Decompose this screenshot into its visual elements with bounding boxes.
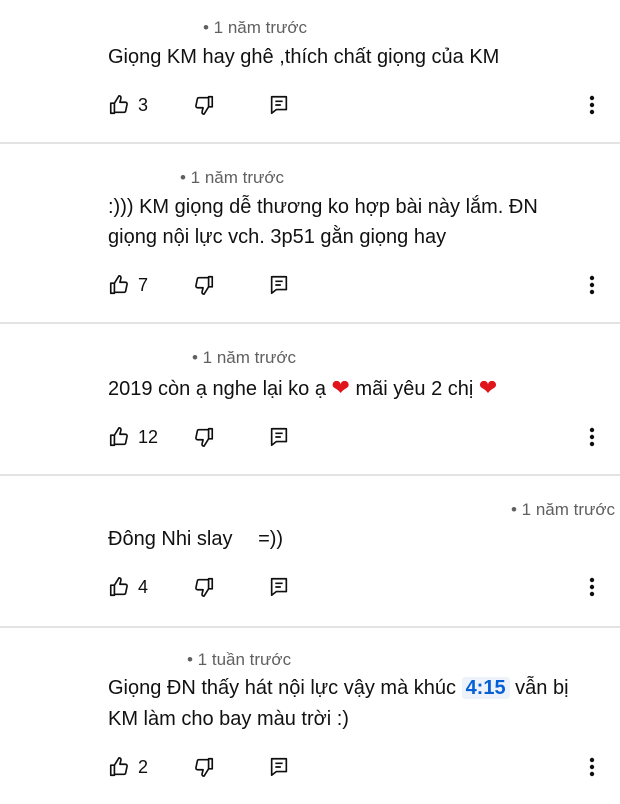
- more-options-button[interactable]: [582, 422, 602, 452]
- more-options-button[interactable]: [582, 270, 602, 300]
- thumb-up-icon: [108, 274, 130, 296]
- comment-text-line1: :))) KM giọng dễ thương ko hợp bài này l…: [108, 196, 538, 218]
- reply-icon: [268, 94, 290, 116]
- like-count: 3: [138, 94, 149, 115]
- more-vert-icon: [589, 427, 595, 447]
- like-button[interactable]: 7: [108, 270, 148, 300]
- dislike-button[interactable]: [193, 270, 215, 300]
- comment-time: • 1 năm trước: [511, 500, 616, 519]
- more-vert-icon: [589, 95, 595, 115]
- dislike-button[interactable]: [193, 422, 215, 452]
- comment-text-line2: KM làm cho bay màu trời :): [108, 708, 349, 730]
- like-count: 2: [138, 756, 149, 777]
- thumb-down-icon: [193, 576, 215, 598]
- more-options-button[interactable]: [582, 90, 602, 120]
- thumb-up-icon: [108, 426, 130, 448]
- reply-button[interactable]: [268, 270, 290, 300]
- comment-text-part1: Giọng ĐN thấy hát nội lực vậy mà khúc: [108, 677, 456, 699]
- comment-text: Giọng KM hay ghê ,thích chất giọng của K…: [108, 46, 500, 68]
- reply-icon: [268, 576, 290, 598]
- reply-icon: [268, 274, 290, 296]
- comment-time: • 1 năm trước: [192, 348, 297, 367]
- comment-text-part1: 2019 còn ạ nghe lại ko ạ: [108, 378, 326, 400]
- comment-text-line1: Giọng ĐN thấy hát nội lực vậy mà khúc 4:…: [108, 673, 569, 704]
- like-button[interactable]: 12: [108, 422, 158, 452]
- comment-text-line2: giọng nội lực vch. 3p51 gằn giọng hay: [108, 226, 447, 248]
- thumb-up-icon: [108, 94, 130, 116]
- like-button[interactable]: 3: [108, 90, 148, 120]
- timestamp-link[interactable]: 4:15: [461, 677, 510, 699]
- thumb-up-icon: [108, 576, 130, 598]
- more-vert-icon: [589, 757, 595, 777]
- thumb-down-icon: [193, 274, 215, 296]
- comment-item: • 1 tuần trước Giọng ĐN thấy hát nội lực…: [0, 628, 620, 804]
- comment-text-part1: Đông Nhi slay: [108, 528, 233, 550]
- like-count: 7: [138, 274, 149, 295]
- more-vert-icon: [589, 577, 595, 597]
- reply-button[interactable]: [268, 752, 290, 782]
- comment-text: Đông Nhi slay =)): [108, 524, 283, 555]
- like-count: 4: [138, 576, 149, 597]
- comment-item: • 1 năm trước Giọng KM hay ghê ,thích ch…: [0, 0, 620, 142]
- more-vert-icon: [589, 275, 595, 295]
- like-button[interactable]: 4: [108, 572, 148, 602]
- dislike-button[interactable]: [193, 752, 215, 782]
- dislike-button[interactable]: [193, 90, 215, 120]
- comment-time: • 1 năm trước: [203, 18, 308, 37]
- like-button[interactable]: 2: [108, 752, 148, 782]
- comment-text-part2: mãi yêu 2 chị: [355, 378, 474, 400]
- thumb-down-icon: [193, 756, 215, 778]
- thumb-down-icon: [193, 426, 215, 448]
- thumb-down-icon: [193, 94, 215, 116]
- dislike-button[interactable]: [193, 572, 215, 602]
- comment-item: • 1 năm trước 2019 còn ạ nghe lại ko ạ ❤…: [0, 324, 620, 474]
- reply-button[interactable]: [268, 572, 290, 602]
- comment-item: • 1 năm trước Đông Nhi slay =)) 4: [0, 476, 620, 626]
- more-options-button[interactable]: [582, 752, 602, 782]
- heart-emoji: ❤: [331, 375, 350, 400]
- comment-time: • 1 tuần trước: [187, 650, 292, 669]
- reply-icon: [268, 426, 290, 448]
- thumb-up-icon: [108, 756, 130, 778]
- reply-button[interactable]: [268, 422, 290, 452]
- comment-text-part2: vẫn bị: [515, 677, 569, 699]
- more-options-button[interactable]: [582, 572, 602, 602]
- reply-icon: [268, 756, 290, 778]
- heart-emoji: ❤: [478, 375, 498, 400]
- comment-time: • 1 năm trước: [180, 168, 285, 187]
- reply-button[interactable]: [268, 90, 290, 120]
- like-count: 12: [138, 426, 159, 447]
- comment-text: 2019 còn ạ nghe lại ko ạ ❤ mãi yêu 2 chị…: [108, 372, 497, 405]
- comment-item: • 1 năm trước :))) KM giọng dễ thương ko…: [0, 144, 620, 322]
- comment-text-part2: =)): [258, 528, 284, 550]
